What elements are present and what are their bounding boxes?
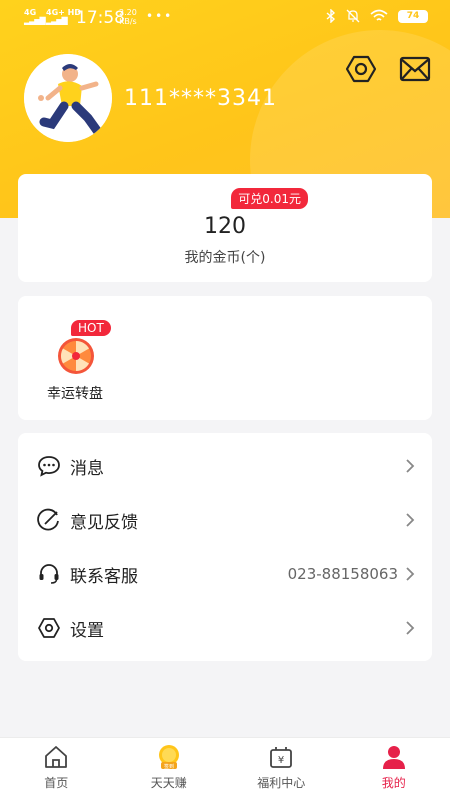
lucky-wheel-icon	[58, 338, 94, 374]
exchange-badge: 可兑0.01元	[231, 188, 308, 209]
coin-checkin-icon: 签到	[158, 745, 179, 770]
network-speed: 2.20 KB/s	[119, 8, 137, 26]
tab-home[interactable]: 首页	[0, 738, 113, 800]
menu-label-feedback: 意见反馈	[70, 512, 138, 533]
settings-icon	[38, 618, 60, 638]
coin-value: 120	[204, 214, 246, 239]
menu-label-messages: 消息	[70, 458, 104, 479]
chevron-right-icon	[406, 567, 415, 581]
tab-daily-earn[interactable]: 签到 天天赚	[113, 738, 226, 800]
mute-bell-icon	[346, 9, 360, 23]
svg-text:¥: ¥	[278, 755, 284, 766]
coin-label: 我的金币(个)	[184, 250, 266, 266]
tab-mine[interactable]: 我的	[338, 738, 450, 800]
avatar[interactable]	[24, 54, 112, 142]
status-time: 17:58	[76, 8, 125, 28]
bottom-tab-bar: 首页 签到 天天赚 ¥ 福利中心 我的	[0, 737, 450, 800]
battery-indicator: 74	[398, 9, 428, 23]
headset-icon	[39, 564, 59, 584]
person-icon	[382, 746, 405, 769]
chevron-right-icon	[406, 621, 415, 635]
menu-item-messages[interactable]: 消息	[18, 439, 432, 493]
menu-label-settings: 设置	[70, 620, 104, 641]
tab-welfare[interactable]: ¥ 福利中心	[225, 738, 338, 800]
menu-item-customer-service[interactable]: 联系客服 023-88158063	[18, 547, 432, 601]
hot-badge: HOT	[71, 320, 111, 336]
notification-dots: •••	[146, 9, 174, 23]
bluetooth-icon	[326, 9, 336, 23]
runner-avatar-icon	[24, 54, 112, 142]
customer-service-phone: 023-88158063	[287, 565, 398, 583]
tab-label-welfare: 福利中心	[257, 776, 306, 790]
hexagon-settings-icon	[346, 55, 376, 83]
settings-button[interactable]	[344, 52, 378, 86]
menu-card: 消息 意见反馈 联系客服 023-88158063 设置	[18, 433, 432, 661]
status-right-icons: 74	[326, 9, 428, 23]
tab-label-mine: 我的	[381, 776, 406, 790]
tab-label-daily-earn: 天天赚	[150, 776, 187, 790]
coin-card[interactable]: 可兑0.01元 120 我的金币(个)	[18, 174, 432, 282]
svg-text:签到: 签到	[164, 763, 174, 770]
feedback-icon	[37, 508, 59, 531]
chevron-right-icon	[406, 459, 415, 473]
welfare-icon: ¥	[270, 747, 293, 768]
username: 111****3341	[124, 86, 277, 111]
message-button[interactable]	[398, 52, 432, 86]
wifi-icon	[370, 9, 388, 21]
chevron-right-icon	[406, 513, 415, 527]
menu-item-settings[interactable]: 设置	[18, 601, 432, 655]
home-icon	[45, 746, 68, 768]
chat-bubble-icon	[38, 456, 60, 477]
envelope-icon	[399, 56, 431, 82]
menu-label-customer-service: 联系客服	[70, 566, 138, 587]
tab-label-home: 首页	[44, 776, 69, 790]
menu-item-feedback[interactable]: 意见反馈	[18, 493, 432, 547]
lucky-wheel-label: 幸运转盘	[47, 386, 103, 402]
status-bar: 4G ▂▃▅▇ 4G+ HD ▂▃▅▇ 17:58 2.20 KB/s ••• …	[0, 0, 450, 34]
signal-1: 4G ▂▃▅▇	[24, 8, 46, 25]
